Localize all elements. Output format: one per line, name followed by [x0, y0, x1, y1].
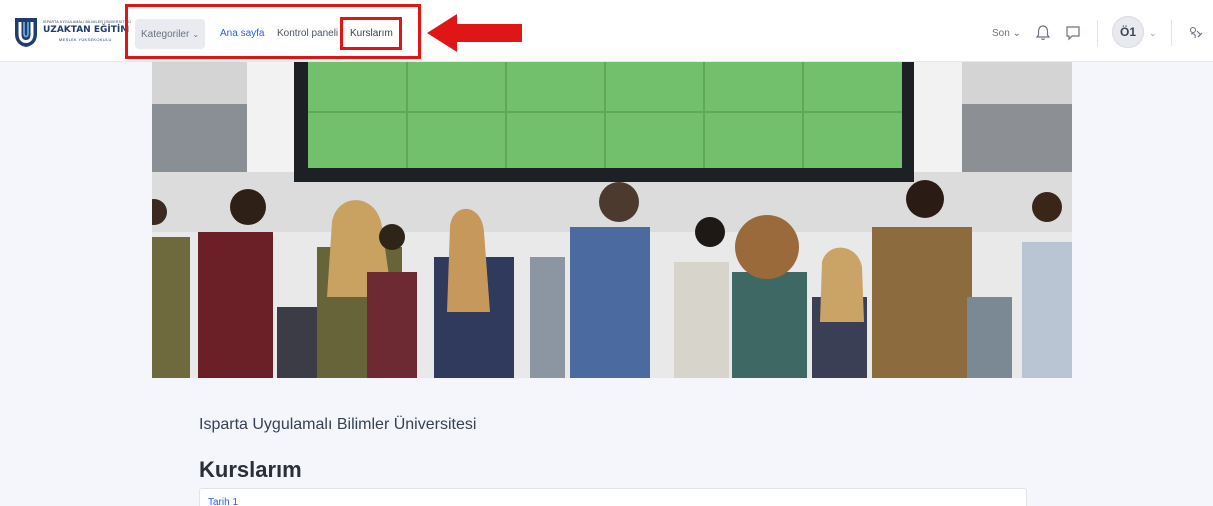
categories-dropdown[interactable]: Kategoriler ⌄: [135, 19, 205, 49]
logo-university-line: ISPARTA UYGULAMALI BİLİMLER ÜNİVERSİTESİ: [43, 20, 131, 24]
hero-image: [152, 62, 1072, 378]
bell-icon[interactable]: [1034, 24, 1052, 42]
chevron-down-icon: ⌄: [192, 29, 200, 39]
theme-toggle-icon[interactable]: [1186, 24, 1204, 42]
categories-label: Kategoriler: [140, 28, 190, 40]
logo-main-text: UZAKTAN EĞİTİM: [43, 25, 130, 35]
course-link[interactable]: Tarih 1: [208, 497, 238, 506]
page-title: Kurslarım: [199, 457, 302, 482]
top-navbar: ISPARTA UYGULAMALI BİLİMLER ÜNİVERSİTESİ…: [0, 0, 1213, 62]
university-name: Isparta Uygulamalı Bilimler Üniversitesi: [199, 416, 477, 433]
divider: [1097, 20, 1098, 46]
divider: [1171, 20, 1172, 46]
nav-link-dashboard[interactable]: Kontrol paneli: [277, 28, 338, 39]
site-logo[interactable]: ISPARTA UYGULAMALI BİLİMLER ÜNİVERSİTESİ…: [12, 16, 131, 48]
logo-mark-icon: [15, 18, 37, 47]
hero-illustration: [152, 62, 1072, 378]
pointer-arrow-icon: [427, 14, 522, 52]
recent-label: Son: [992, 28, 1010, 39]
course-list-card: Tarih 1: [199, 488, 1027, 506]
chevron-down-icon[interactable]: ⌄: [1149, 28, 1157, 39]
nav-link-my-courses[interactable]: Kurslarım: [350, 28, 393, 39]
chat-icon[interactable]: [1064, 24, 1082, 42]
user-avatar[interactable]: Ö1: [1112, 16, 1144, 48]
nav-link-home[interactable]: Ana sayfa: [220, 28, 264, 39]
recent-dropdown[interactable]: Son ⌄: [992, 28, 1021, 39]
logo-sub-text: MESLEK YÜKSEKOKULU: [59, 37, 112, 42]
